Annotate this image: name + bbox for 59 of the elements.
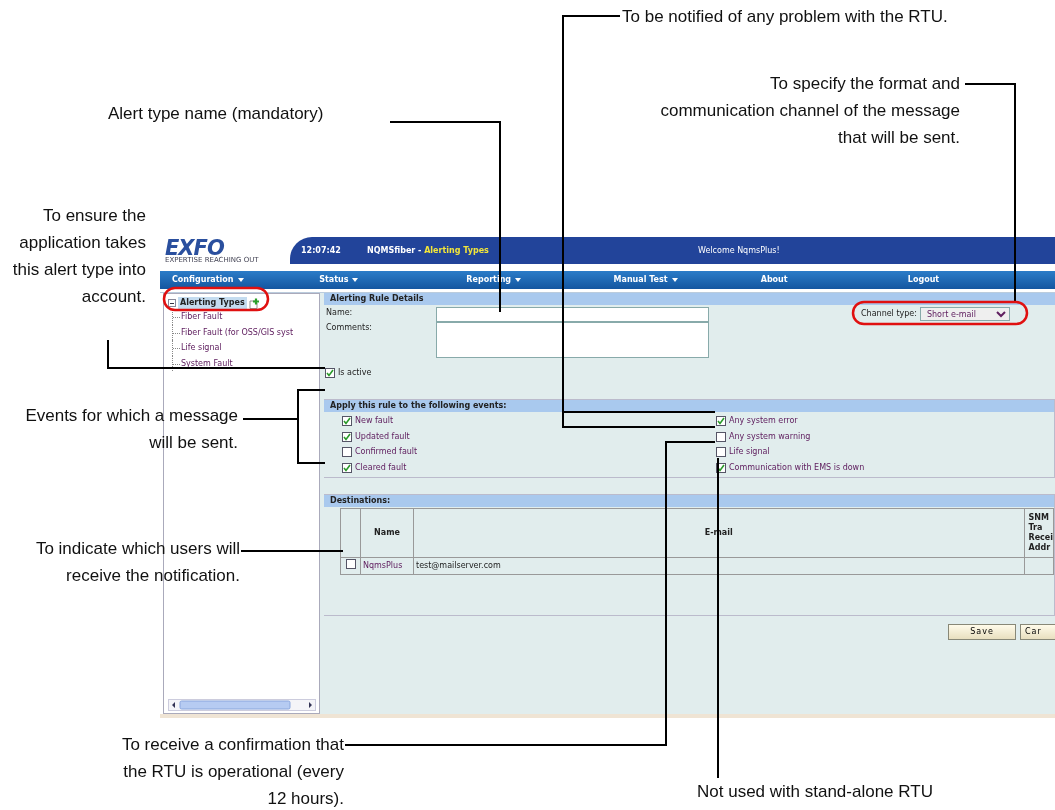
menu-item[interactable]: Status [319, 274, 349, 286]
column-header: Name [360, 508, 414, 557]
column-header: SNM Tra Recei Addr [1024, 508, 1054, 557]
checkbox-label: Any system warning [729, 430, 811, 443]
section-header: Destinations: [324, 494, 1054, 507]
checkbox[interactable] [342, 416, 352, 427]
callout-text: To ensure the application takes this alert type into account. [11, 205, 146, 308]
add-document-icon[interactable] [248, 297, 260, 309]
checkbox[interactable] [716, 447, 726, 458]
checkbox-label: New fault [355, 415, 394, 428]
callout-text: Alert type name (mandatory) [108, 103, 325, 125]
table-cell: test@mailserver.com [413, 557, 1024, 574]
callout-text: To indicate which users will receive the notification. [34, 538, 240, 587]
callout-text: To be notified of any problem with the RTU. [622, 6, 949, 28]
field-label: Comments: [326, 322, 374, 334]
callout-text: To specify the format and communication channel of the message that will be sent. [660, 73, 960, 149]
tree-item[interactable]: Fiber Fault (for OSS/GIS syst [172, 324, 317, 340]
menu-item[interactable]: About [760, 274, 788, 286]
section-header: Alerting Rule Details [324, 293, 1055, 305]
comments-field[interactable] [436, 322, 709, 358]
checkbox-label: Any system error [729, 415, 798, 428]
tree-item[interactable]: Fiber Fault [172, 309, 317, 325]
checkbox-label: Is active [338, 366, 372, 379]
name-field[interactable] [436, 307, 709, 322]
cancel-button[interactable]: Car [1020, 624, 1055, 640]
logo: EXFO [165, 238, 224, 257]
table-cell: NqmsPlus [360, 557, 414, 574]
save-button[interactable]: Save [948, 624, 1016, 640]
tree-item[interactable]: System Fault [172, 355, 317, 371]
checkbox-label: Communication with EMS is down [729, 461, 865, 474]
checkbox[interactable] [342, 447, 352, 458]
checkbox-label: Life signal [729, 446, 770, 459]
channel-type-dropdown[interactable]: Short e-mail [919, 307, 1010, 321]
menu-item[interactable]: Configuration [172, 274, 234, 286]
checkbox[interactable] [325, 367, 335, 378]
callout-text: Not used with stand-alone RTU [697, 781, 934, 803]
checkbox-label: Cleared fault [355, 461, 407, 474]
checkbox[interactable] [342, 431, 352, 442]
tree-item[interactable]: Alerting Types [178, 297, 247, 309]
checkbox[interactable] [716, 462, 726, 473]
field-label: Name: [326, 307, 354, 319]
checkbox-label: Confirmed fault [355, 446, 418, 459]
menu-item[interactable]: Logout [907, 274, 940, 286]
field-label: Channel type: [861, 308, 917, 320]
menu-item[interactable]: Manual Test [613, 274, 668, 286]
welcome-text: Welcome NqmsPlus! [698, 244, 780, 257]
page-title: NQMSfiber - Alerting Types [367, 244, 490, 257]
checkbox[interactable] [345, 558, 356, 569]
callout-text: To receive a confirmation that the RTU is operational (every 12 hours). [120, 734, 344, 810]
checkbox[interactable] [716, 416, 726, 427]
checkbox-label: Updated fault [355, 430, 410, 443]
section-header: Apply this rule to the following events: [324, 399, 1054, 412]
clock: 12:07:42 [301, 244, 342, 257]
callout-text: Events for which a message will be sent. [24, 405, 238, 454]
checkbox[interactable] [716, 431, 726, 442]
tree-item[interactable]: Life signal [172, 340, 317, 356]
scrollbar-drawing[interactable] [168, 699, 316, 711]
collapse-icon[interactable] [168, 299, 176, 307]
checkbox[interactable] [342, 462, 352, 473]
